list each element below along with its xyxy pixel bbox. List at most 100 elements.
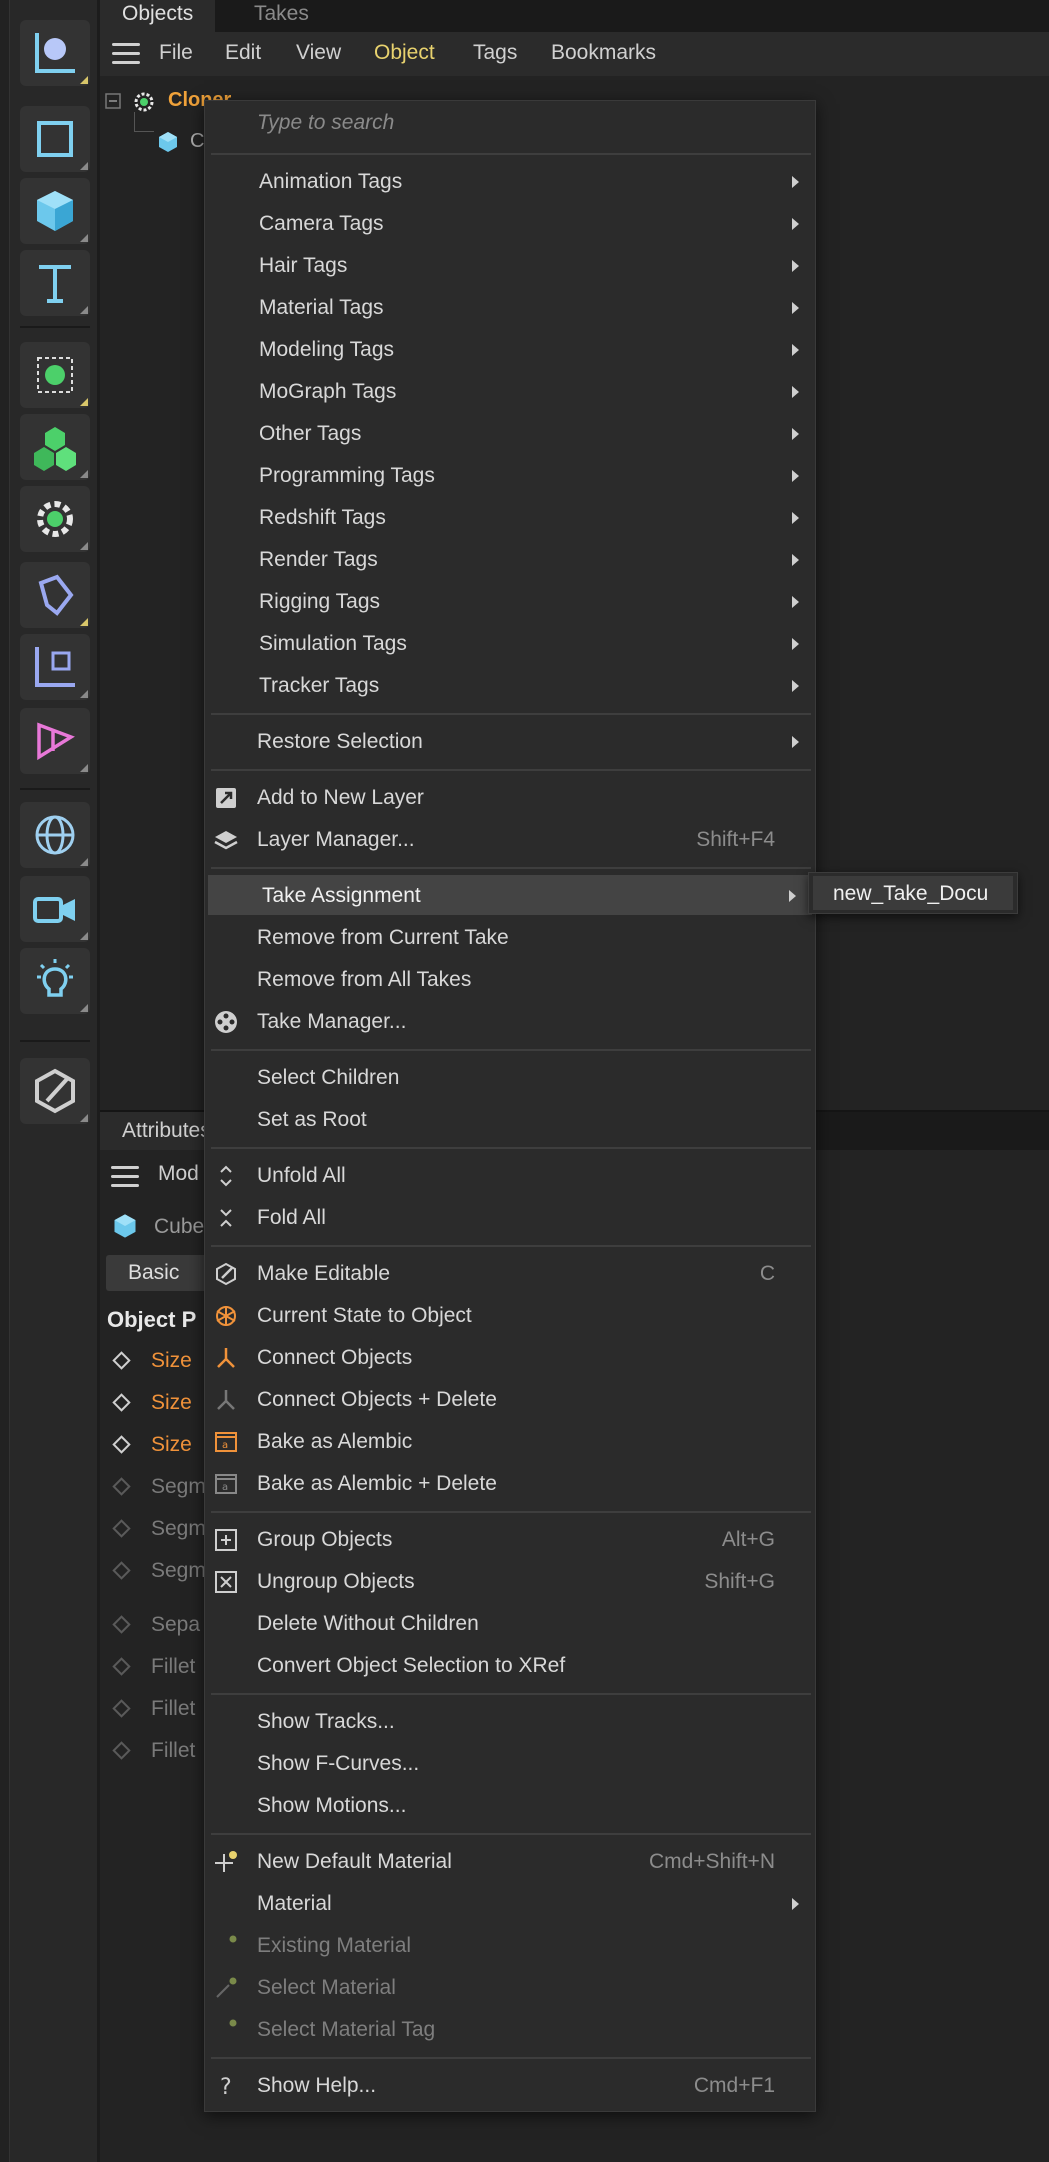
menu-separator (211, 1833, 811, 1835)
submenu-arrow-icon (792, 428, 799, 440)
menu-item-current-state-to-object[interactable]: Current State to Object (205, 1295, 815, 1335)
menu-item-restore-selection[interactable]: Restore Selection (205, 721, 815, 761)
menu-item-fold-all[interactable]: Fold All (205, 1197, 815, 1237)
menu-item-label: Take Manager... (257, 1010, 407, 1033)
light-icon[interactable] (20, 948, 90, 1014)
menu-item-show-tracks[interactable]: Show Tracks... (205, 1701, 815, 1741)
attributes-mode-menu[interactable]: Mod (158, 1162, 199, 1186)
menu-file[interactable]: File (159, 41, 193, 65)
menu-item-show-fcurves[interactable]: Show F-Curves... (205, 1743, 815, 1783)
menu-item-show-motions[interactable]: Show Motions... (205, 1785, 815, 1825)
svg-text:a: a (222, 1482, 228, 1493)
cube-icon[interactable] (20, 178, 90, 244)
menu-item-take-manager[interactable]: Take Manager... (205, 1001, 815, 1041)
menu-item-select-material[interactable]: Select Material (205, 1967, 815, 2007)
text-tool-icon[interactable] (20, 250, 90, 316)
menu-item-connect-objects[interactable]: Connect Objects (205, 1337, 815, 1377)
menu-item-unfold-all[interactable]: Unfold All (205, 1155, 815, 1195)
hamburger-menu-icon[interactable] (112, 43, 140, 65)
menu-item-label: Show Help... (257, 2074, 377, 2097)
menu-item-simulation-tags[interactable]: Simulation Tags (205, 623, 815, 663)
menu-item-select-material-tag[interactable]: Select Material Tag (205, 2009, 815, 2049)
menu-item-modeling-tags[interactable]: Modeling Tags (205, 329, 815, 369)
menu-item-label: Add to New Layer (257, 786, 424, 809)
help-icon: ? (213, 2073, 239, 2100)
connect-icon (213, 1345, 239, 1371)
menu-edit[interactable]: Edit (225, 41, 261, 65)
menu-item-ungroup-objects[interactable]: Ungroup Objects Shift+G (205, 1561, 815, 1601)
menu-bookmarks[interactable]: Bookmarks (551, 41, 656, 65)
menu-item-take-assignment[interactable]: Take Assignment (208, 875, 812, 915)
section-title: Object P (107, 1307, 197, 1332)
menu-item-group-objects[interactable]: Group Objects Alt+G (205, 1519, 815, 1559)
menu-item-label: Hair Tags (259, 254, 348, 277)
field-icon[interactable] (20, 634, 90, 700)
menu-tags[interactable]: Tags (473, 41, 517, 65)
menu-item-material-tags[interactable]: Material Tags (205, 287, 815, 327)
menu-item-make-editable[interactable]: Make Editable C (205, 1253, 815, 1293)
menu-item-connect-objects-delete[interactable]: Connect Objects + Delete (205, 1379, 815, 1419)
menu-separator (211, 153, 811, 155)
menu-item-select-children[interactable]: Select Children (205, 1057, 815, 1097)
tree-item-cube[interactable]: C (190, 130, 204, 153)
submenu-arrow-icon (789, 890, 796, 902)
menu-item-delete-without-children[interactable]: Delete Without Children (205, 1603, 815, 1643)
menu-item-add-to-new-layer[interactable]: Add to New Layer (205, 777, 815, 817)
menu-item-bake-as-alembic[interactable]: a Bake as Alembic (205, 1421, 815, 1461)
menu-item-tracker-tags[interactable]: Tracker Tags (205, 665, 815, 705)
fracture-icon[interactable] (20, 414, 90, 480)
menu-search-input[interactable]: Type to search (257, 111, 394, 135)
submenu-arrow-icon (792, 260, 799, 272)
menu-item-label: Connect Objects + Delete (257, 1388, 497, 1411)
menu-item-remove-from-all-takes[interactable]: Remove from All Takes (205, 959, 815, 999)
menu-item-show-help[interactable]: ? Show Help... Cmd+F1 (205, 2065, 815, 2105)
menu-item-set-as-root[interactable]: Set as Root (205, 1099, 815, 1139)
menu-item-redshift-tags[interactable]: Redshift Tags (205, 497, 815, 537)
menu-item-remove-from-current-take[interactable]: Remove from Current Take (205, 917, 815, 957)
null-object-icon[interactable] (20, 20, 90, 86)
menu-item-animation-tags[interactable]: Animation Tags (205, 161, 815, 201)
alembic-icon: a (213, 1429, 239, 1455)
tool-palette (0, 0, 97, 2162)
attributes-hamburger-icon[interactable] (111, 1166, 139, 1188)
tab-basic[interactable]: Basic (106, 1255, 210, 1291)
menu-view[interactable]: View (296, 41, 341, 65)
alembic-delete-icon: a (213, 1471, 239, 1497)
layers-icon (213, 827, 239, 853)
menu-item-label: Take Assignment (262, 884, 421, 907)
edit-mode-icon[interactable] (20, 1058, 90, 1124)
menu-item-label: Show Tracks... (257, 1710, 395, 1733)
deformer-icon[interactable] (20, 562, 90, 628)
tab-takes[interactable]: Takes (232, 0, 331, 32)
menu-item-new-default-material[interactable]: New Default Material Cmd+Shift+N (205, 1841, 815, 1881)
menu-item-programming-tags[interactable]: Programming Tags (205, 455, 815, 495)
menu-item-convert-to-xref[interactable]: Convert Object Selection to XRef (205, 1645, 815, 1685)
menu-item-render-tags[interactable]: Render Tags (205, 539, 815, 579)
menu-item-label: MoGraph Tags (259, 380, 397, 403)
tab-objects[interactable]: Objects (100, 0, 216, 32)
menu-item-other-tags[interactable]: Other Tags (205, 413, 815, 453)
palette-divider (20, 326, 90, 328)
menu-separator (211, 867, 811, 869)
menu-item-existing-material[interactable]: Existing Material (205, 1925, 815, 1965)
environment-icon[interactable] (20, 802, 90, 868)
menu-object[interactable]: Object (374, 41, 435, 65)
cloner-icon[interactable] (20, 486, 90, 552)
menu-item-layer-manager[interactable]: Layer Manager... Shift+F4 (205, 819, 815, 859)
spline-rectangle-icon[interactable] (20, 106, 90, 172)
menu-item-camera-tags[interactable]: Camera Tags (205, 203, 815, 243)
tree-collapse-icon[interactable] (104, 90, 126, 112)
shortcut-label: Cmd+Shift+N (648, 1850, 775, 1873)
menu-item-material[interactable]: Material (205, 1883, 815, 1923)
scene-generator-icon[interactable] (20, 708, 90, 774)
menu-item-rigging-tags[interactable]: Rigging Tags (205, 581, 815, 621)
menu-item-bake-as-alembic-delete[interactable]: a Bake as Alembic + Delete (205, 1463, 815, 1503)
menu-item-mograph-tags[interactable]: MoGraph Tags (205, 371, 815, 411)
menu-item-hair-tags[interactable]: Hair Tags (205, 245, 815, 285)
camera-icon[interactable] (20, 876, 90, 942)
menu-item-label: Remove from Current Take (257, 926, 509, 949)
param-size-y: Size (151, 1391, 192, 1414)
submenu-item-take[interactable]: new_Take_Docu (813, 876, 1013, 910)
submenu-arrow-icon (792, 302, 799, 314)
mograph-selection-icon[interactable] (20, 342, 90, 408)
